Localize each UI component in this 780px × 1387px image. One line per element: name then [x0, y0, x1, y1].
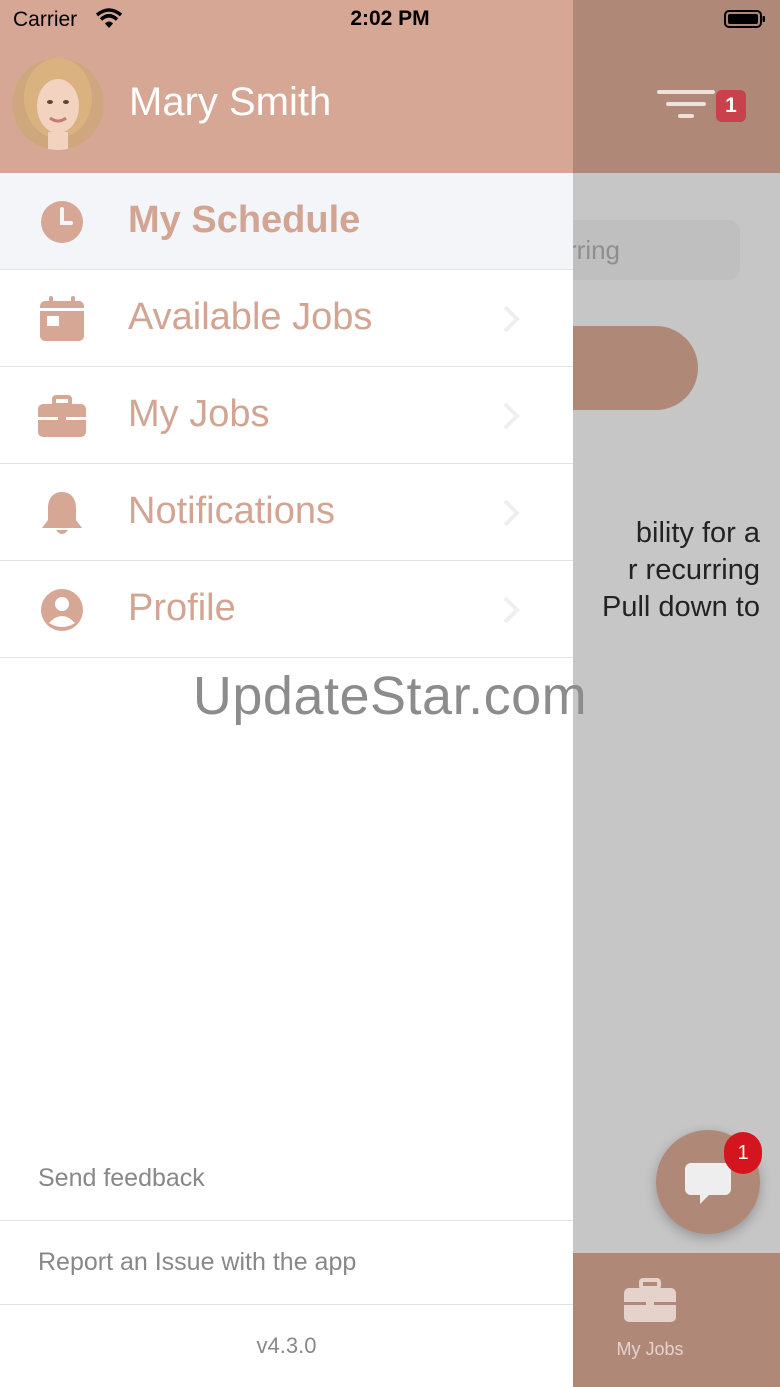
calendar-icon	[40, 296, 84, 341]
status-bar: Carrier 2:02 PM	[0, 0, 780, 40]
clock: 2:02 PM	[350, 7, 430, 30]
send-feedback-link[interactable]: Send feedback	[0, 1136, 573, 1221]
menu-label: My Jobs	[128, 393, 270, 435]
menu-label: Profile	[128, 587, 236, 629]
chevron-right-icon	[503, 402, 520, 430]
user-circle-icon	[41, 589, 83, 631]
bell-icon	[42, 492, 82, 534]
chevron-right-icon	[503, 305, 520, 333]
filter-badge: 1	[716, 90, 746, 122]
search-placeholder: rring	[568, 235, 621, 265]
chat-badge: 1	[724, 1132, 762, 1174]
drawer-menu: My Schedule Available Jobs My Jobs Notif…	[0, 173, 573, 658]
tab-label: My Jobs	[616, 1339, 684, 1359]
chevron-right-icon	[503, 499, 520, 527]
app-version: v4.3.0	[256, 1333, 317, 1358]
report-issue-label: Report an Issue with the app	[38, 1248, 357, 1276]
report-issue-link[interactable]: Report an Issue with the app	[0, 1220, 573, 1305]
filter-icon	[656, 90, 716, 122]
menu-item-notifications[interactable]: Notifications	[0, 464, 573, 561]
tab-my-jobs[interactable]: My Jobs	[600, 1278, 700, 1360]
menu-item-available-jobs[interactable]: Available Jobs	[0, 270, 573, 367]
avatar[interactable]	[12, 58, 104, 150]
avatar-image	[12, 58, 104, 150]
menu-item-my-jobs[interactable]: My Jobs	[0, 367, 573, 464]
menu-label: My Schedule	[128, 199, 361, 241]
menu-item-profile[interactable]: Profile	[0, 561, 573, 658]
chevron-right-icon	[503, 596, 520, 624]
filter-button[interactable]: 1	[656, 86, 756, 126]
battery-icon	[724, 10, 765, 28]
send-feedback-label: Send feedback	[38, 1164, 205, 1192]
briefcase-icon	[38, 395, 86, 437]
watermark: UpdateStar.com	[192, 666, 588, 726]
menu-label: Available Jobs	[128, 296, 373, 338]
clock-icon	[41, 201, 83, 243]
menu-item-my-schedule[interactable]: My Schedule	[0, 173, 573, 270]
menu-label: Notifications	[128, 490, 335, 532]
user-name: Mary Smith	[129, 80, 332, 124]
briefcase-icon	[624, 1278, 676, 1322]
